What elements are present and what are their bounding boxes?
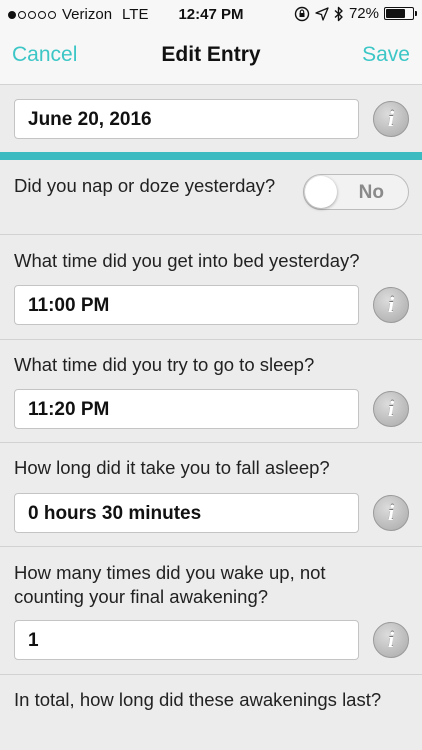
bed-time-question-label: What time did you get into bed yesterday… xyxy=(14,250,360,271)
info-icon[interactable]: i xyxy=(373,391,409,427)
awakenings-total-question-label: In total, how long did these awakenings … xyxy=(14,689,382,710)
date-field[interactable]: June 20, 2016 xyxy=(14,99,359,139)
battery-fill xyxy=(386,9,405,18)
toggle-label: No xyxy=(358,182,384,203)
info-icon[interactable]: i xyxy=(373,622,409,658)
status-bar: Verizon LTE 12:47 PM 72% xyxy=(0,0,422,30)
navigation-bar: Cancel Edit Entry Save xyxy=(0,30,422,85)
nap-question-label: Did you nap or doze yesterday? xyxy=(14,175,276,196)
divider xyxy=(0,546,422,547)
info-icon[interactable]: i xyxy=(373,101,409,137)
info-icon[interactable]: i xyxy=(373,495,409,531)
divider xyxy=(0,674,422,675)
bluetooth-icon xyxy=(334,6,343,21)
divider xyxy=(0,339,422,340)
info-icon[interactable]: i xyxy=(373,287,409,323)
save-button[interactable]: Save xyxy=(362,43,410,67)
orientation-lock-icon xyxy=(294,6,310,21)
location-icon xyxy=(315,6,329,21)
fall-asleep-field[interactable]: 0 hours 30 minutes xyxy=(14,493,359,533)
toggle-knob xyxy=(305,176,337,208)
divider xyxy=(0,442,422,443)
bed-time-field[interactable]: 11:00 PM xyxy=(14,285,359,325)
page-title: Edit Entry xyxy=(161,43,261,66)
battery-icon xyxy=(384,7,417,20)
battery-percent: 72% xyxy=(348,5,379,22)
sleep-try-question-label: What time did you try to go to sleep? xyxy=(14,354,315,375)
divider xyxy=(0,234,422,235)
nap-toggle[interactable]: No xyxy=(303,174,409,210)
section-separator-bar xyxy=(0,152,422,160)
wake-count-field[interactable]: 1 xyxy=(14,620,359,660)
sleep-try-field[interactable]: 11:20 PM xyxy=(14,389,359,429)
status-right: 72% xyxy=(294,5,417,22)
wake-count-question-label: How many times did you wake up, not coun… xyxy=(14,562,326,607)
fall-asleep-question-label: How long did it take you to fall asleep? xyxy=(14,457,330,478)
